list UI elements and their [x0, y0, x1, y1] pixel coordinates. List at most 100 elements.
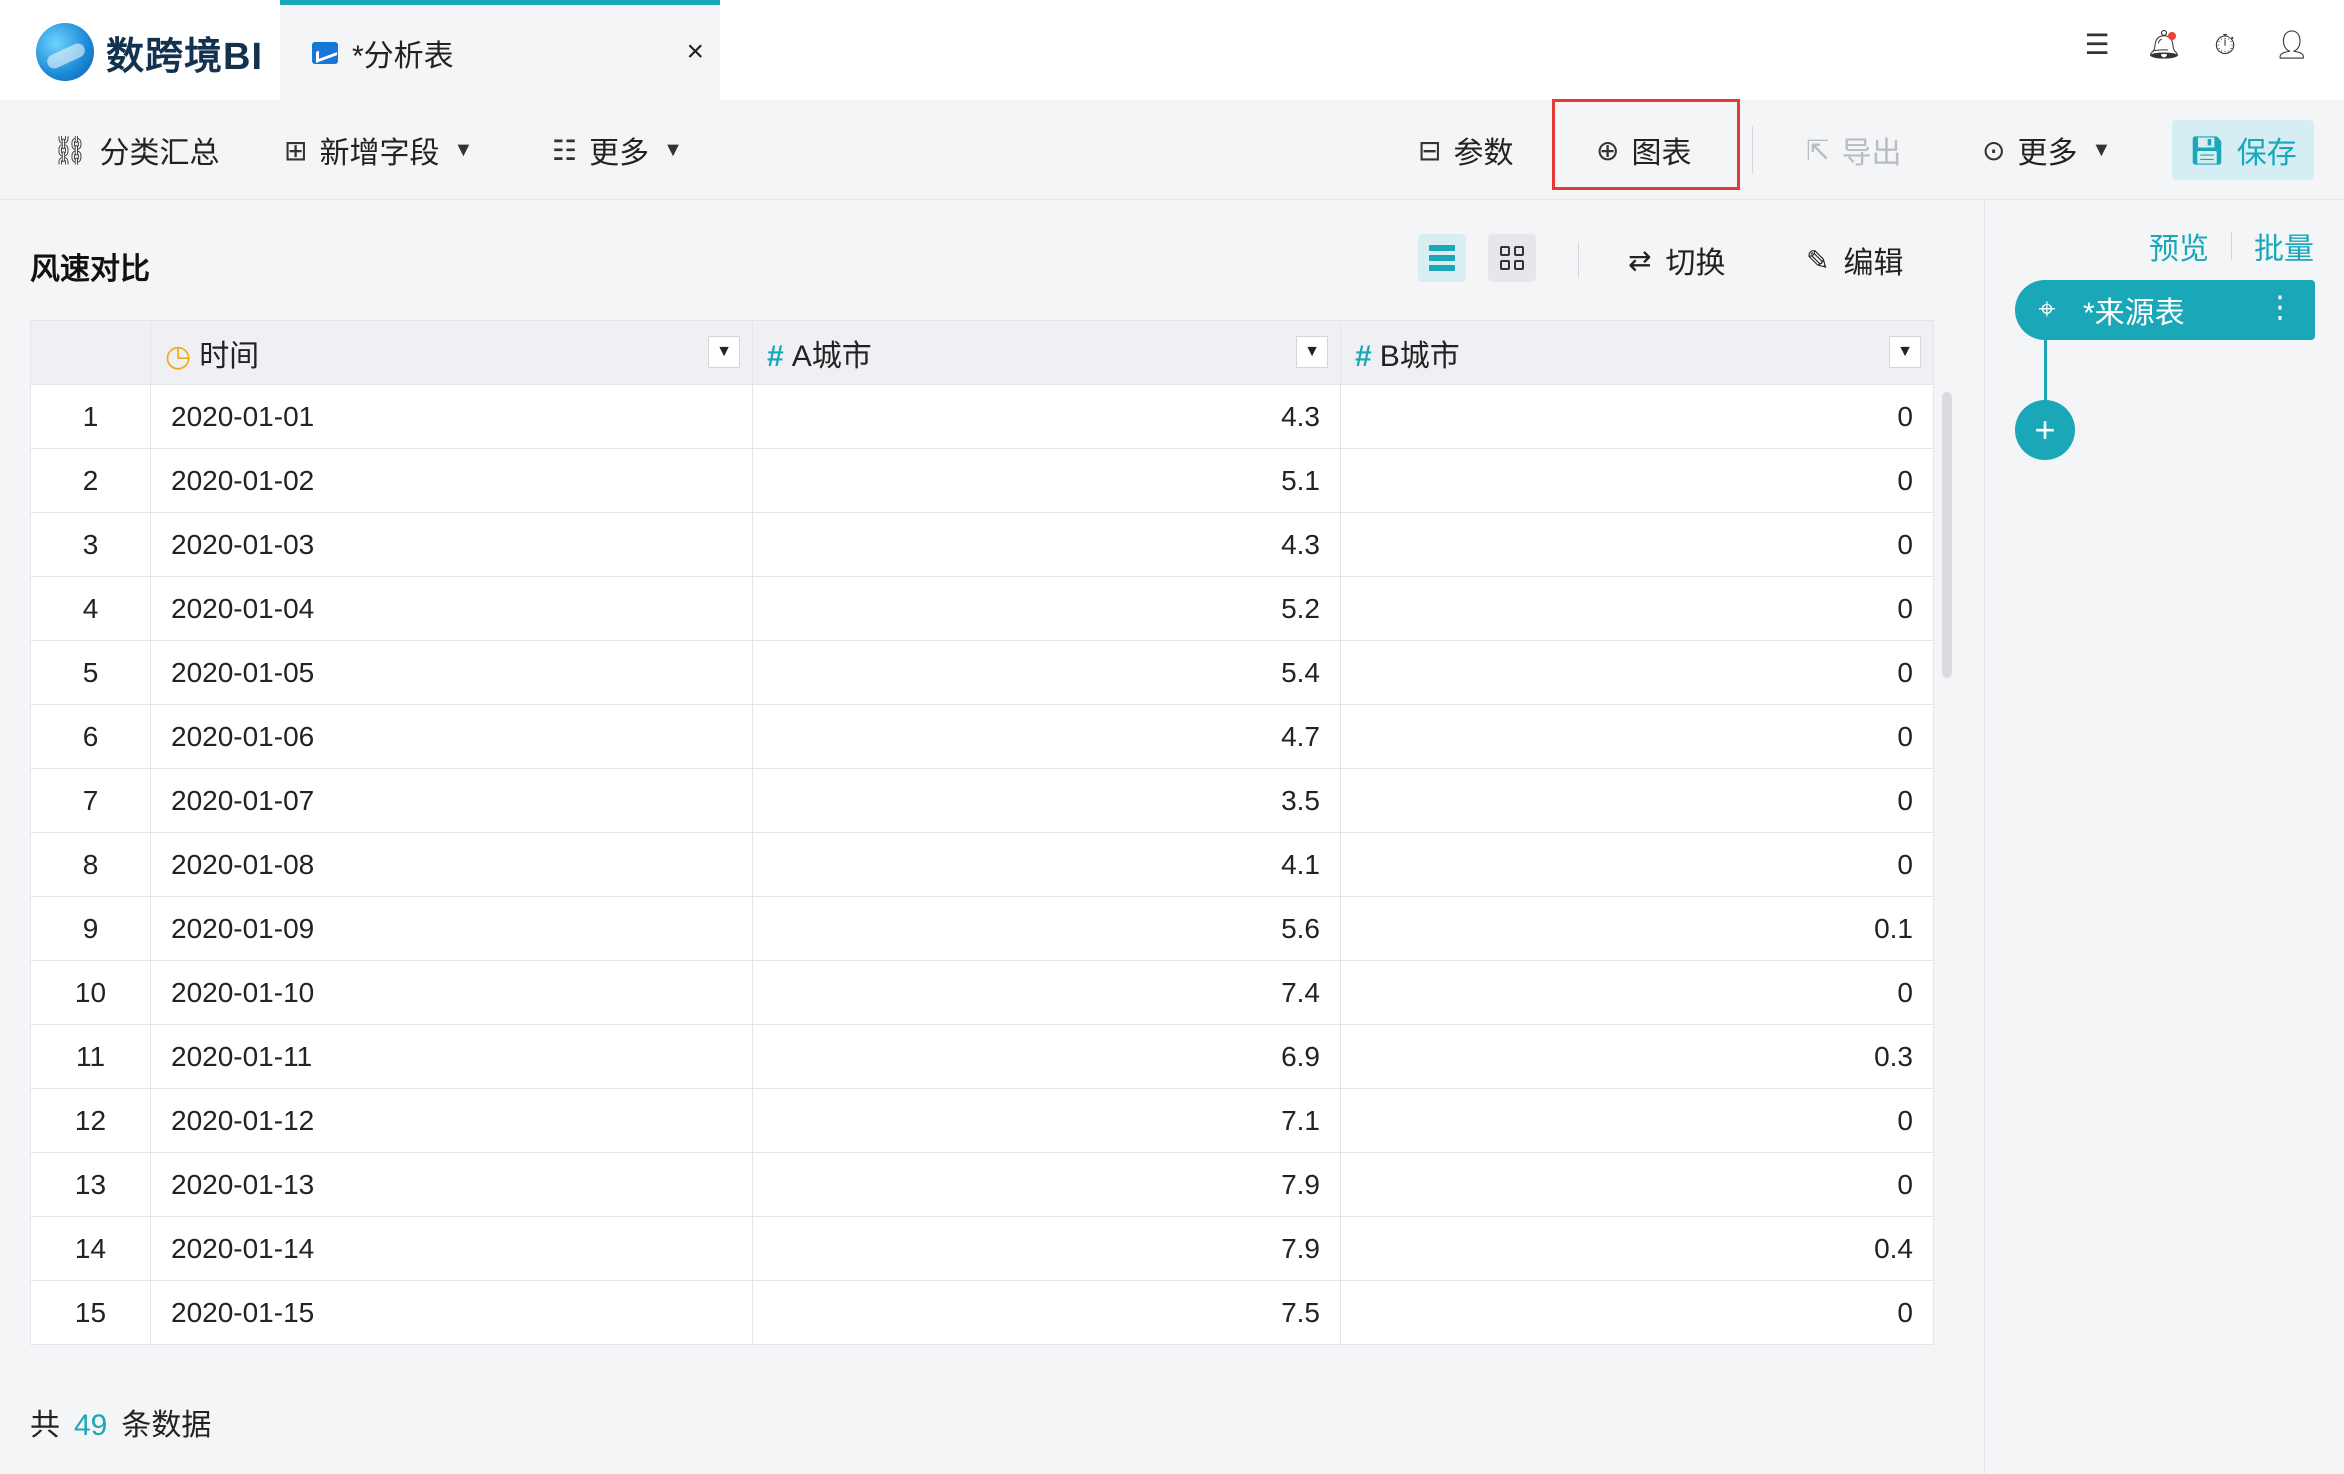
batch-link[interactable]: 批量	[2254, 224, 2314, 268]
add-node-button[interactable]: +	[2015, 400, 2075, 460]
cell-b-city: 0	[1340, 832, 1934, 897]
index-header	[30, 320, 151, 385]
save-button[interactable]: 💾︎ 保存	[2172, 120, 2314, 180]
cell-time: 2020-01-04	[150, 576, 753, 641]
cell-a-city: 5.6	[752, 896, 1341, 961]
source-table-node[interactable]: ⌖ *来源表 ⋮	[2015, 280, 2315, 340]
edit-label: 编辑	[1843, 247, 1904, 280]
row-index: 6	[30, 704, 151, 769]
export-icon: ⇱	[1806, 134, 1830, 166]
more-vertical-icon[interactable]: ⋮	[2265, 290, 2295, 325]
cell-time: 2020-01-03	[150, 512, 753, 577]
export-button[interactable]: ⇱ 导出	[1806, 126, 1901, 174]
table-row[interactable]: 4 2020-01-04 5.2 0	[30, 576, 1934, 641]
add-column-icon: ⊞	[284, 134, 308, 166]
swap-icon: ⇄	[1628, 244, 1652, 276]
cell-time: 2020-01-10	[150, 960, 753, 1025]
edit-button[interactable]: ✎ 编辑	[1806, 238, 1903, 282]
app-name: 数跨境BI	[106, 35, 264, 78]
table-row[interactable]: 9 2020-01-09 5.6 0.1	[30, 896, 1934, 961]
cell-a-city: 5.1	[752, 448, 1341, 513]
preview-link[interactable]: 预览	[2149, 224, 2209, 268]
more-left-button[interactable]: ☷ 更多 ▼	[552, 126, 683, 174]
table-row[interactable]: 7 2020-01-07 3.5 0	[30, 768, 1934, 833]
tab-close-button[interactable]: ×	[686, 35, 704, 69]
crosshair-icon: ⌖	[2038, 293, 2056, 326]
grid-icon	[1500, 246, 1524, 270]
toolbar: ⛓︎ 分类汇总 ⊞ 新增字段 ▼ ☷ 更多 ▼ ⊟ 参数 ⊕ 图表 ⇱ 导出 ⊙…	[0, 100, 2344, 200]
column-dropdown-button[interactable]: ▼	[1296, 336, 1328, 368]
group-summary-button[interactable]: ⛓︎ 分类汇总	[52, 126, 220, 174]
source-node-label: *来源表	[2083, 297, 2185, 330]
table-row[interactable]: 8 2020-01-08 4.1 0	[30, 832, 1934, 897]
cell-a-city: 6.9	[752, 1024, 1341, 1089]
clock-icon: ◷	[165, 339, 192, 373]
chart-button[interactable]: ⊕ 图表	[1596, 126, 1691, 174]
table-row[interactable]: 5 2020-01-05 5.4 0	[30, 640, 1934, 705]
logo-icon	[36, 23, 94, 81]
timer-icon[interactable]: ⏱︎	[2210, 30, 2240, 60]
row-index: 5	[30, 640, 151, 705]
table-body: 1 2020-01-01 4.3 0 2 2020-01-02 5.1 0 3 2020-01-0…	[30, 384, 1934, 1345]
tab-label: *分析表	[352, 39, 454, 73]
cell-b-city: 0	[1340, 1088, 1934, 1153]
table-row[interactable]: 12 2020-01-12 7.1 0	[30, 1088, 1934, 1153]
table-row[interactable]: 1 2020-01-01 4.3 0	[30, 384, 1934, 449]
node-connector	[2044, 340, 2047, 402]
column-name: A城市	[791, 339, 872, 373]
column-dropdown-button[interactable]: ▼	[708, 336, 740, 368]
table-row[interactable]: 11 2020-01-11 6.9 0.3	[30, 1024, 1934, 1089]
add-field-button[interactable]: ⊞ 新增字段 ▼	[284, 126, 473, 174]
tab-analysis[interactable]: *分析表 ×	[280, 0, 720, 100]
cell-time: 2020-01-12	[150, 1088, 753, 1153]
table-scrollbar[interactable]	[1942, 392, 1952, 678]
toolbar-divider	[1752, 126, 1753, 174]
column-dropdown-button[interactable]: ▼	[1889, 336, 1921, 368]
cell-b-city: 0	[1340, 960, 1934, 1025]
notification-dot	[2168, 32, 2176, 40]
cell-a-city: 7.4	[752, 960, 1341, 1025]
cell-a-city: 7.5	[752, 1280, 1341, 1345]
row-view-button[interactable]	[1418, 234, 1466, 282]
cell-a-city: 5.4	[752, 640, 1341, 705]
cell-b-city: 0	[1340, 576, 1934, 641]
row-index: 14	[30, 1216, 151, 1281]
cell-b-city: 0	[1340, 640, 1934, 705]
table-row[interactable]: 15 2020-01-15 7.5 0	[30, 1280, 1934, 1345]
column-header-time[interactable]: ◷ 时间 ▼	[150, 320, 753, 385]
table-row[interactable]: 2 2020-01-02 5.1 0	[30, 448, 1934, 513]
flow-panel: 预览 批量 ⌖ *来源表 ⋮ +	[1984, 200, 2344, 1474]
params-button[interactable]: ⊟ 参数	[1418, 126, 1513, 174]
table-row[interactable]: 13 2020-01-13 7.9 0	[30, 1152, 1934, 1217]
save-icon: 💾︎	[2189, 134, 2225, 166]
column-header-b-city[interactable]: # B城市 ▼	[1340, 320, 1934, 385]
top-icon-bar: ☰ 🔔︎ ⏱︎ 👤︎	[2082, 30, 2310, 60]
table-row[interactable]: 6 2020-01-06 4.7 0	[30, 704, 1934, 769]
export-label: 导出	[1841, 137, 1902, 170]
table-row[interactable]: 10 2020-01-10 7.4 0	[30, 960, 1934, 1025]
switch-button[interactable]: ⇄ 切换	[1628, 238, 1725, 282]
row-index: 12	[30, 1088, 151, 1153]
table-row[interactable]: 14 2020-01-14 7.9 0.4	[30, 1216, 1934, 1281]
cell-a-city: 4.7	[752, 704, 1341, 769]
save-label: 保存	[2236, 137, 2297, 170]
flow-links: 预览 批量	[2149, 224, 2314, 268]
add-field-label: 新增字段	[319, 137, 440, 170]
row-index: 10	[30, 960, 151, 1025]
list-check-icon[interactable]: ☰	[2082, 30, 2112, 60]
more-right-button[interactable]: ⊙ 更多 ▼	[1982, 126, 2111, 174]
cell-time: 2020-01-05	[150, 640, 753, 705]
table-row[interactable]: 3 2020-01-03 4.3 0	[30, 512, 1934, 577]
switch-label: 切换	[1665, 247, 1726, 280]
cell-time: 2020-01-02	[150, 448, 753, 513]
user-icon[interactable]: 👤︎	[2274, 30, 2310, 60]
data-table: ◷ 时间 ▼ # A城市 ▼ # B城市 ▼ 1 2020-01-01 4.3 0 2 2020…	[30, 320, 1934, 1345]
count-suffix: 条数据	[121, 1409, 212, 1442]
grid-view-button[interactable]	[1488, 234, 1536, 282]
cell-b-city: 0	[1340, 1280, 1934, 1345]
view-divider	[1578, 242, 1579, 278]
cell-a-city: 7.9	[752, 1216, 1341, 1281]
bell-icon[interactable]: 🔔︎	[2146, 30, 2182, 60]
more-circle-icon: ⊙	[1982, 134, 2006, 166]
column-header-a-city[interactable]: # A城市 ▼	[752, 320, 1341, 385]
